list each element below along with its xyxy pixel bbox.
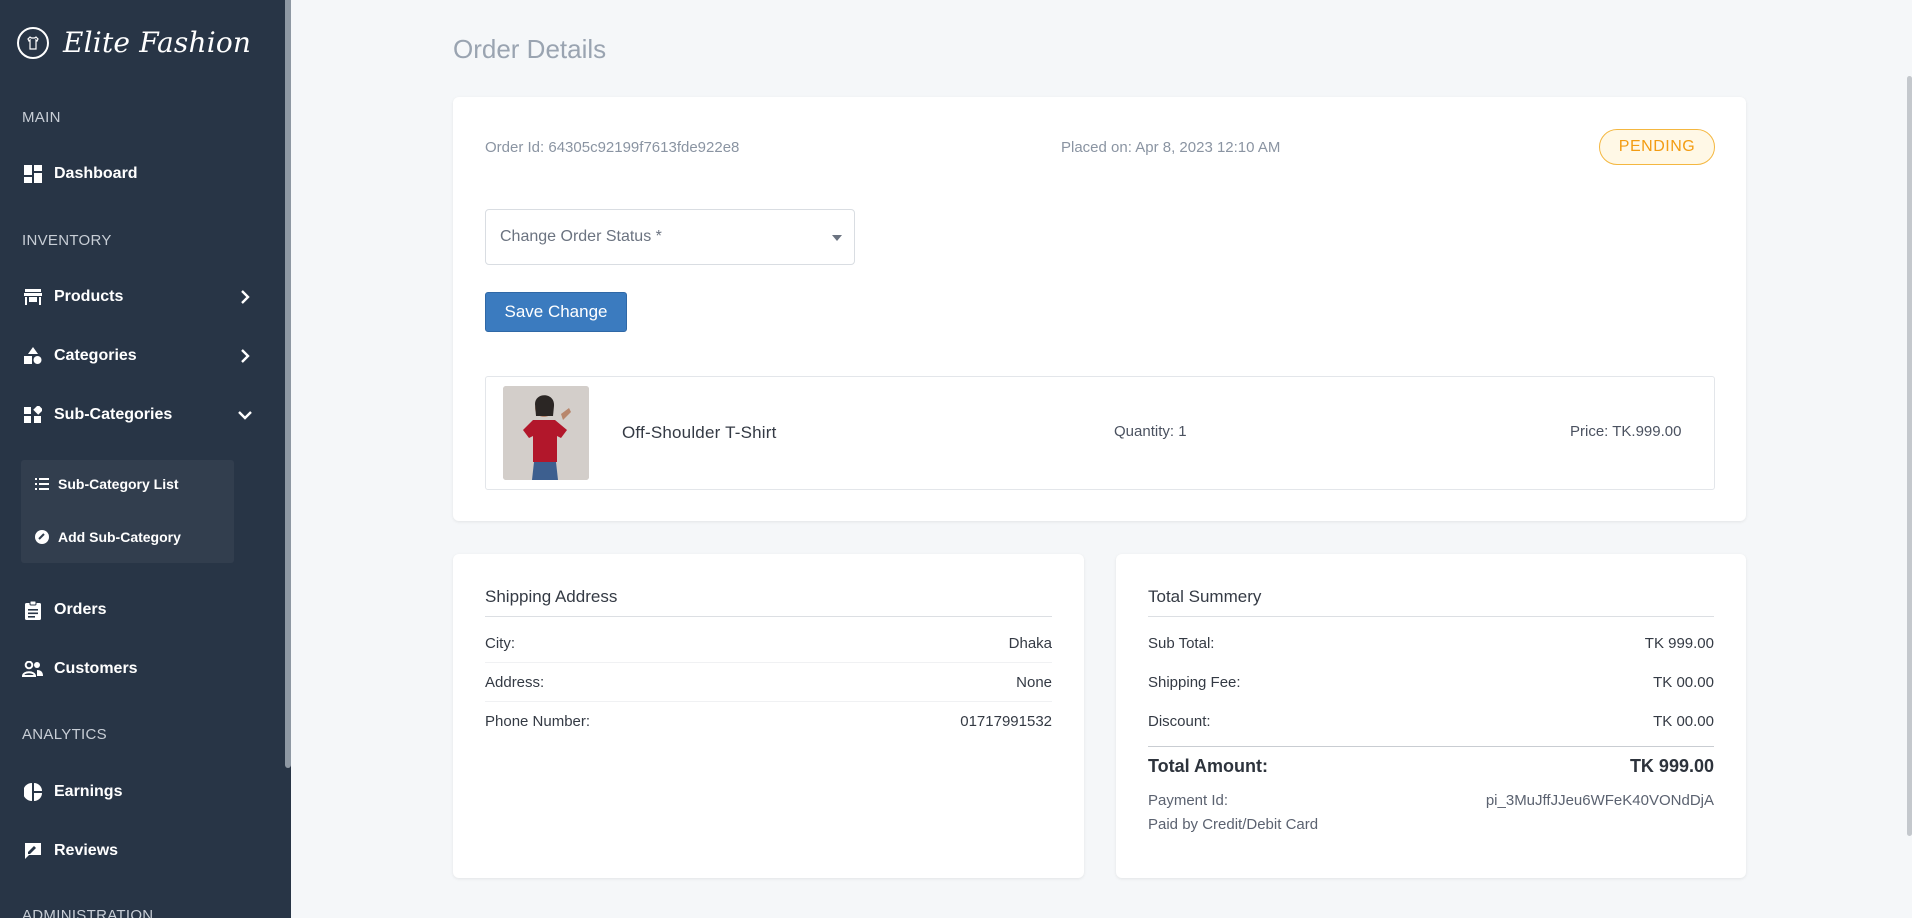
shipping-row-phone: Phone Number: 01717991532 xyxy=(485,702,1052,741)
sidebar-item-categories[interactable]: Categories xyxy=(22,341,262,371)
chevron-down-icon xyxy=(238,411,252,420)
order-status-select-label: Change Order Status * xyxy=(500,228,662,245)
chevron-right-icon xyxy=(241,290,250,304)
sidebar-item-label: Add Sub-Category xyxy=(58,529,181,545)
sidebar-item-add-subcategory[interactable]: Add Sub-Category xyxy=(34,529,181,545)
total-summary-card: Total Summery Sub Total: TK 999.00 Shipp… xyxy=(1116,554,1746,878)
total-value: TK 999.00 xyxy=(1629,755,1714,776)
shipping-title: Shipping Address xyxy=(485,587,1052,617)
shipping-row-address: Address: None xyxy=(485,663,1052,702)
sidebar-item-products[interactable]: Products xyxy=(22,282,262,312)
sidebar-item-earnings[interactable]: Earnings xyxy=(22,777,262,807)
order-card: Order Id: 64305c92199f7613fde922e8 Place… xyxy=(453,97,1746,521)
sidebar-item-label: Products xyxy=(54,288,124,305)
shipping-row-city: City: Dhaka xyxy=(485,624,1052,663)
summary-title: Total Summery xyxy=(1148,587,1714,617)
product-quantity: Quantity: 1 xyxy=(1114,423,1187,440)
brand[interactable]: Elite Fashion xyxy=(17,26,251,59)
dashboard-icon xyxy=(22,163,44,185)
row-label: Address: xyxy=(485,673,545,691)
placed-on-date: Placed on: Apr 8, 2023 12:10 AM xyxy=(1061,139,1281,156)
sidebar-item-customers[interactable]: Customers xyxy=(22,654,262,684)
rate-review-icon xyxy=(22,840,44,862)
store-icon xyxy=(22,286,44,308)
row-label: Discount: xyxy=(1148,713,1211,730)
sidebar-item-label: Customers xyxy=(54,660,138,677)
people-icon xyxy=(22,658,44,680)
pie-chart-icon xyxy=(22,781,44,803)
sidebar-item-label: Orders xyxy=(54,601,107,618)
section-inventory: INVENTORY xyxy=(22,232,112,249)
section-administration: ADMINISTRATION xyxy=(22,907,154,918)
add-circle-icon xyxy=(34,529,50,545)
row-label: Shipping Fee: xyxy=(1148,674,1241,691)
sidebar-item-subcategory-list[interactable]: Sub-Category List xyxy=(34,476,179,492)
summary-row-discount: Discount: TK 00.00 xyxy=(1148,702,1714,741)
row-value: 01717991532 xyxy=(960,713,1052,730)
brand-logo-icon xyxy=(17,26,49,59)
product-image xyxy=(503,386,589,480)
summary-row-subtotal: Sub Total: TK 999.00 xyxy=(1148,624,1714,663)
row-value: TK 00.00 xyxy=(1653,674,1714,691)
categories-icon xyxy=(22,345,44,367)
widgets-icon xyxy=(22,404,44,426)
page-title: Order Details xyxy=(453,34,607,64)
sidebar-scrollbar[interactable] xyxy=(285,0,291,768)
row-value: None xyxy=(1016,673,1052,691)
sidebar-item-orders[interactable]: Orders xyxy=(22,595,262,625)
sidebar-item-reviews[interactable]: Reviews xyxy=(22,836,262,866)
order-status-select[interactable]: Change Order Status * xyxy=(485,209,855,265)
sidebar-item-label: Sub-Category List xyxy=(58,476,179,492)
order-item-row: Off-Shoulder T-Shirt Quantity: 1 Price: … xyxy=(485,376,1715,490)
row-label: Sub Total: xyxy=(1148,635,1215,652)
save-change-button[interactable]: Save Change xyxy=(485,292,627,332)
shipping-address-card: Shipping Address City: Dhaka Address: No… xyxy=(453,554,1084,878)
status-badge: PENDING xyxy=(1599,129,1715,165)
order-id: Order Id: 64305c92199f7613fde922e8 xyxy=(485,139,740,156)
sidebar-item-label: Sub-Categories xyxy=(54,406,173,423)
row-label: City: xyxy=(485,634,515,652)
summary-row-payment-id: Payment Id: pi_3MuJffJJeu6WFeK40VONdDjA xyxy=(1148,781,1714,820)
product-name[interactable]: Off-Shoulder T-Shirt xyxy=(622,423,777,443)
sidebar-item-dashboard[interactable]: Dashboard xyxy=(22,159,262,189)
section-analytics: ANALYTICS xyxy=(22,726,107,743)
total-label: Total Amount: xyxy=(1148,755,1268,776)
row-value: TK 999.00 xyxy=(1644,635,1714,652)
sidebar-item-label: Earnings xyxy=(54,783,123,800)
paid-by-text: Paid by Credit/Debit Card xyxy=(1148,816,1319,833)
subcategories-submenu: Sub-Category List Add Sub-Category xyxy=(21,460,234,563)
payment-value: pi_3MuJffJJeu6WFeK40VONdDjA xyxy=(1485,792,1714,809)
sidebar: Elite Fashion MAIN Dashboard INVENTORY P… xyxy=(0,0,291,918)
clipboard-icon xyxy=(22,599,44,621)
row-value: Dhaka xyxy=(1008,634,1052,652)
sidebar-item-label: Categories xyxy=(54,347,137,364)
row-label: Phone Number: xyxy=(485,713,591,730)
row-value: TK 00.00 xyxy=(1653,713,1714,730)
sidebar-item-subcategories[interactable]: Sub-Categories xyxy=(22,400,262,430)
brand-name: Elite Fashion xyxy=(63,26,252,59)
chevron-right-icon xyxy=(241,349,250,363)
sidebar-item-label: Dashboard xyxy=(54,165,138,182)
summary-row-total: Total Amount: TK 999.00 xyxy=(1148,746,1714,785)
section-main: MAIN xyxy=(22,109,61,126)
caret-down-icon xyxy=(832,235,842,241)
page-scrollbar[interactable] xyxy=(1907,76,1912,836)
payment-label: Payment Id: xyxy=(1148,792,1229,809)
sidebar-item-label: Reviews xyxy=(54,842,119,859)
product-price: Price: TK.999.00 xyxy=(1570,423,1682,440)
summary-row-shipping-fee: Shipping Fee: TK 00.00 xyxy=(1148,663,1714,702)
list-icon xyxy=(34,476,50,492)
